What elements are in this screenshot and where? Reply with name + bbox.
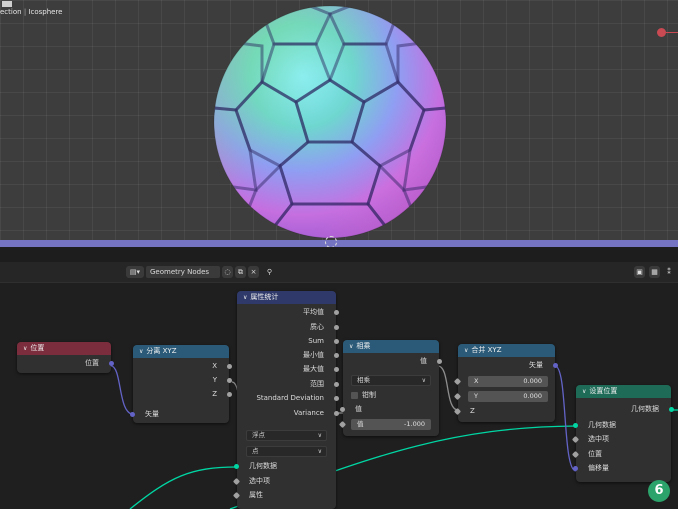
geometry-node-editor[interactable]: ▤▾ Geometry Nodes ◌ ⧉ × ⚲ ▣ ▦ ⁑ ∨ 位置 位置 ∨…: [0, 262, 678, 509]
socket-sum-out[interactable]: [334, 339, 339, 344]
node-title: 分离 XYZ: [146, 347, 177, 355]
clamp-label: 钳制: [362, 391, 376, 399]
socket-min-out[interactable]: [334, 353, 339, 358]
socket-vector-in[interactable]: [130, 412, 135, 417]
chevron-down-icon: ∨: [317, 448, 322, 455]
domain-dropdown[interactable]: 点 ∨: [246, 446, 327, 457]
socket-geometry-in[interactable]: [234, 464, 239, 469]
value-field[interactable]: 值 -1.000: [351, 419, 431, 430]
input-z-label: Z: [470, 407, 475, 415]
input-geometry-label: 几何数据: [249, 462, 277, 470]
axis-gizmo-line: [666, 32, 678, 33]
node-position[interactable]: ∨ 位置 位置: [17, 342, 114, 373]
output-median-label: 质心: [310, 323, 324, 331]
socket-max-out[interactable]: [334, 367, 339, 372]
input-value-label: 值: [355, 405, 362, 413]
input-geometry-label: 几何数据: [588, 421, 616, 429]
x-field[interactable]: X 0.000: [468, 376, 548, 387]
step-number-badge: 6: [648, 480, 670, 502]
output-variance-label: Variance: [293, 409, 324, 417]
node-math-multiply[interactable]: ∨ 相乘 值 相乘 ∨ 钳制 值 值 -1.000: [338, 340, 442, 436]
operation-dropdown[interactable]: 相乘 ∨: [351, 375, 431, 386]
output-y-label: Y: [212, 376, 217, 384]
socket-median-out[interactable]: [334, 325, 339, 330]
y-field[interactable]: Y 0.000: [468, 391, 548, 402]
axis-gizmo-x-icon[interactable]: [657, 28, 666, 37]
input-offset-label: 偏移量: [588, 464, 609, 472]
node-attribute-statistic[interactable]: ∨ 属性统计 平均值 质心 Sum 最小值 最大值 范围 Standard Dev…: [232, 291, 339, 509]
ground-plane: [0, 240, 678, 247]
chevron-down-icon: ∨: [317, 432, 322, 439]
socket-y-out[interactable]: [227, 378, 232, 383]
node-title: 合并 XYZ: [471, 346, 502, 354]
socket-value-in[interactable]: [340, 407, 345, 412]
socket-variance-out[interactable]: [334, 411, 339, 416]
node-title: 位置: [30, 344, 45, 352]
output-range-label: 范围: [310, 380, 324, 388]
input-vector-label: 矢量: [145, 410, 159, 418]
node-set-position[interactable]: ∨ 设置位置 几何数据 几何数据 选中项 位置 偏移量: [571, 385, 674, 482]
output-std-dev-label: Standard Deviation: [256, 394, 324, 402]
output-max-label: 最大值: [303, 365, 324, 373]
socket-x-out[interactable]: [227, 364, 232, 369]
node-title: 设置位置: [589, 387, 618, 395]
data-type-dropdown[interactable]: 浮点 ∨: [246, 430, 327, 441]
socket-range-out[interactable]: [334, 382, 339, 387]
output-position-label: 位置: [85, 359, 99, 367]
icosphere-render: [213, 5, 447, 239]
clamp-checkbox[interactable]: [351, 392, 358, 399]
output-value-label: 值: [420, 357, 427, 365]
collection-label: ection: [0, 8, 22, 16]
output-sum-label: Sum: [308, 337, 324, 345]
socket-vector-out[interactable]: [553, 363, 558, 368]
output-mean-label: 平均值: [303, 308, 324, 316]
output-geometry-label: 几何数据: [631, 405, 659, 413]
socket-std-dev-out[interactable]: [334, 396, 339, 401]
socket-geometry-in[interactable]: [573, 423, 578, 428]
socket-position-out[interactable]: [109, 361, 114, 366]
object-name: Icosphere: [28, 8, 63, 16]
input-selection-label: 选中项: [588, 435, 609, 443]
node-combine-xyz[interactable]: ∨ 合并 XYZ 矢量 X 0.000 Y 0.000 Z: [453, 344, 558, 422]
viewport-header-icon: [2, 1, 12, 7]
socket-offset-in[interactable]: [573, 466, 578, 471]
socket-z-out[interactable]: [227, 392, 232, 397]
output-vector-label: 矢量: [529, 361, 543, 369]
output-min-label: 最小值: [303, 351, 324, 359]
node-title: 属性统计: [250, 293, 279, 301]
socket-mean-out[interactable]: [334, 310, 339, 315]
3d-cursor-icon: [325, 236, 337, 247]
3d-viewport[interactable]: ection | Icosphere: [0, 0, 678, 247]
output-z-label: Z: [212, 390, 217, 398]
input-attribute-label: 属性: [249, 491, 263, 499]
output-x-label: X: [212, 362, 217, 370]
chevron-down-icon: ∨: [421, 377, 426, 384]
socket-geometry-out[interactable]: [669, 407, 674, 412]
input-position-label: 位置: [588, 450, 602, 458]
node-title: 相乘: [356, 342, 371, 350]
socket-value-out[interactable]: [437, 359, 442, 364]
input-selection-label: 选中项: [249, 477, 270, 485]
node-separate-xyz[interactable]: ∨ 分离 XYZ X Y Z 矢量: [130, 345, 232, 423]
